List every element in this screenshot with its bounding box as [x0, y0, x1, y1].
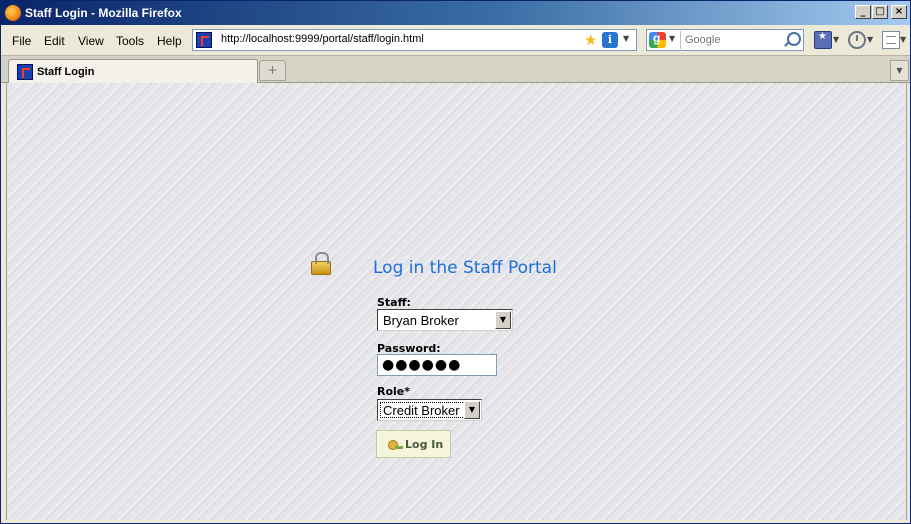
tab-label: Staff Login — [37, 66, 95, 78]
minimize-button[interactable]: _ — [855, 5, 871, 19]
maximize-button[interactable]: □ — [872, 5, 888, 19]
search-input[interactable] — [683, 31, 787, 49]
key-icon — [388, 440, 403, 450]
search-box: ▼ — [646, 29, 804, 51]
window-title: Staff Login - Mozilla Firefox — [25, 6, 182, 20]
search-divider — [680, 31, 681, 49]
all-tabs-button[interactable]: ▼ — [890, 60, 909, 81]
bookmarks-dropdown-icon[interactable]: ▼ — [833, 35, 839, 44]
login-button[interactable]: Log In — [376, 430, 451, 458]
bookmarks-icon[interactable] — [814, 31, 832, 49]
staff-selected-value: Bryan Broker — [383, 313, 459, 328]
tab-strip: Staff Login + ▼ — [1, 55, 910, 84]
password-field[interactable]: ●●●●●● — [377, 354, 497, 376]
role-selected-value: Credit Broker — [383, 403, 460, 418]
firefox-icon — [5, 5, 21, 21]
bookmark-star-icon[interactable]: ★ — [584, 31, 597, 49]
menu-file[interactable]: File — [12, 34, 31, 48]
padlock-icon — [311, 252, 331, 275]
chevron-down-icon[interactable]: ▼ — [495, 311, 511, 329]
staff-label: Staff: — [377, 296, 411, 309]
engine-dropdown-icon[interactable]: ▼ — [669, 34, 675, 43]
status-bar — [1, 520, 910, 523]
login-button-label: Log In — [405, 438, 444, 451]
tab-favicon-icon — [17, 64, 33, 80]
page-content: Log in the Staff Portal Staff: Bryan Bro… — [6, 83, 907, 520]
history-clock-icon[interactable] — [848, 31, 866, 49]
page-menu-dropdown-icon[interactable]: ▼ — [900, 35, 906, 44]
title-bar[interactable]: Staff Login - Mozilla Firefox _ □ × — [1, 1, 910, 25]
search-icon[interactable] — [787, 32, 801, 46]
page-title: Log in the Staff Portal — [373, 258, 557, 278]
history-dropdown-icon[interactable]: ▼ — [867, 35, 873, 44]
page-menu-icon[interactable] — [882, 31, 900, 49]
menu-help[interactable]: Help — [157, 34, 182, 48]
url-dropdown-icon[interactable]: ▼ — [623, 34, 629, 43]
role-select[interactable]: Credit Broker ▼ — [377, 399, 482, 421]
staff-select[interactable]: Bryan Broker ▼ — [377, 309, 513, 331]
site-favicon-icon[interactable] — [196, 32, 212, 48]
url-text[interactable]: http://localhost:9999/portal/staff/login… — [221, 33, 424, 45]
tab-staff-login[interactable]: Staff Login — [8, 59, 258, 84]
menu-view[interactable]: View — [78, 34, 104, 48]
new-tab-button[interactable]: + — [259, 60, 286, 81]
menu-tools[interactable]: Tools — [116, 34, 144, 48]
browser-window: Staff Login - Mozilla Firefox _ □ × File… — [0, 0, 911, 524]
role-label: Role* — [377, 385, 411, 398]
chevron-down-icon[interactable]: ▼ — [464, 401, 480, 419]
address-bar[interactable]: http://localhost:9999/portal/staff/login… — [192, 29, 637, 51]
menu-edit[interactable]: Edit — [44, 34, 65, 48]
google-engine-icon[interactable] — [649, 31, 666, 48]
info-icon[interactable]: i — [602, 32, 618, 48]
close-button[interactable]: × — [891, 5, 907, 19]
